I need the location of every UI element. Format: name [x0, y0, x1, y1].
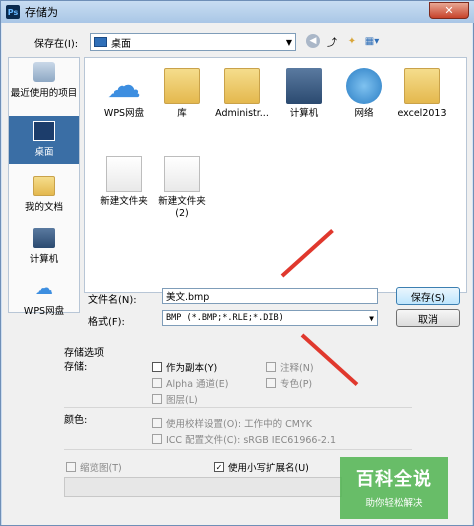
- desktop-icon: [94, 37, 107, 47]
- divider: [64, 449, 412, 450]
- file-item-label: 网络: [354, 108, 374, 119]
- chevron-down-icon: ▼: [285, 38, 292, 47]
- view-menu-icon[interactable]: ▦▾: [364, 32, 380, 50]
- sidebar-item-wps-drive[interactable]: ☁ WPS网盘: [9, 278, 79, 318]
- file-item-excel2013[interactable]: excel2013: [391, 68, 453, 120]
- layers-label: 图层(L): [166, 395, 198, 406]
- folder-icon: [164, 156, 200, 192]
- sidebar-item-computer[interactable]: 计算机: [9, 228, 79, 270]
- cloud-icon: ☁: [35, 278, 53, 299]
- dialog-title: 存储为: [25, 6, 58, 19]
- file-item-wps-drive[interactable]: ☁ WPS网盘: [93, 68, 155, 120]
- chevron-down-icon: ▼: [369, 313, 374, 323]
- alpha-channel-checkbox[interactable]: Alpha 通道(E): [152, 376, 228, 390]
- computer-icon: [33, 228, 55, 248]
- library-folder-icon: [164, 68, 200, 104]
- spot-color-checkbox[interactable]: 专色(P): [266, 376, 312, 390]
- network-globe-icon: [346, 68, 382, 104]
- save-button[interactable]: 保存(S): [396, 287, 460, 305]
- sidebar-item-documents[interactable]: 我的文档: [9, 176, 79, 218]
- photoshop-icon: Ps: [6, 5, 20, 19]
- status-strip: [64, 477, 342, 497]
- cancel-button[interactable]: 取消: [396, 309, 460, 327]
- file-item-computer[interactable]: 计算机: [273, 68, 335, 120]
- filename-input[interactable]: 美文.bmp: [162, 288, 378, 304]
- cloud-icon: ☁: [107, 66, 141, 106]
- sidebar-item-recent[interactable]: 最近使用的项目: [9, 62, 79, 112]
- proof-setup-checkbox[interactable]: 使用校样设置(O): 工作中的 CMYK: [152, 416, 312, 430]
- color-label: 颜色:: [64, 415, 88, 426]
- title-bar: Ps 存储为 ✕: [1, 1, 474, 23]
- lowercase-extension-label: 使用小写扩展名(U): [228, 463, 309, 474]
- file-item-library[interactable]: 库: [151, 68, 213, 120]
- user-folder-icon: [224, 68, 260, 104]
- sidebar-item-label: 计算机: [29, 254, 59, 265]
- documents-icon: [33, 176, 55, 196]
- up-folder-icon[interactable]: ⤴: [324, 32, 340, 50]
- thumbnail-checkbox[interactable]: 缩览图(T): [66, 460, 122, 474]
- alpha-label: Alpha 通道(E): [166, 379, 229, 390]
- watermark-title: 百科全说: [356, 469, 432, 490]
- desktop-icon: [33, 121, 55, 141]
- file-item-label: 计算机: [289, 108, 319, 119]
- folder-icon: [404, 68, 440, 104]
- file-item-new-folder[interactable]: 新建文件夹: [93, 156, 155, 208]
- file-item-network[interactable]: 网络: [333, 68, 395, 120]
- folder-icon: [106, 156, 142, 192]
- file-item-label: excel2013: [397, 108, 447, 119]
- sidebar-item-label: 桌面: [34, 147, 54, 158]
- new-folder-icon[interactable]: ✦: [344, 32, 360, 50]
- file-item-administrator[interactable]: Administr...: [211, 68, 273, 120]
- divider: [64, 407, 412, 408]
- file-item-label: 库: [177, 108, 187, 119]
- file-item-label: WPS网盘: [103, 108, 145, 119]
- sidebar-item-desktop[interactable]: 桌面: [9, 116, 79, 164]
- computer-icon: [286, 68, 322, 104]
- sidebar-item-label: 最近使用的项目: [10, 88, 78, 99]
- recent-icon: [33, 62, 55, 82]
- layers-checkbox[interactable]: 图层(L): [152, 392, 198, 406]
- as-copy-label: 作为副本(Y): [166, 363, 218, 374]
- icc-profile-checkbox[interactable]: ICC 配置文件(C): sRGB IEC61966-2.1: [152, 432, 336, 446]
- format-value: BMP (*.BMP;*.RLE;*.DIB): [166, 313, 284, 323]
- spot-label: 专色(P): [280, 379, 313, 390]
- file-item-label: 新建文件夹 (2): [158, 196, 206, 219]
- file-item-new-folder-2[interactable]: 新建文件夹 (2): [151, 156, 213, 220]
- back-icon[interactable]: ◀: [306, 34, 320, 48]
- icc-label: ICC 配置文件(C): sRGB IEC61966-2.1: [166, 435, 336, 446]
- close-button[interactable]: ✕: [429, 2, 469, 19]
- save-in-value: 桌面: [111, 38, 131, 50]
- file-list: ☁ WPS网盘 库 Administr... 计算机 网络 excel2013 …: [84, 57, 467, 293]
- sidebar-item-label: WPS网盘: [23, 306, 65, 317]
- nav-toolbar: ◀ ⤴ ✦ ▦▾: [306, 32, 380, 50]
- sidebar-item-label: 我的文档: [24, 202, 63, 213]
- file-item-label: 新建文件夹: [100, 196, 148, 207]
- watermark-subtitle: 助你轻松解决: [365, 498, 423, 509]
- as-copy-checkbox[interactable]: 作为副本(Y): [152, 360, 217, 374]
- watermark-logo: 百科全说 助你轻松解决: [340, 457, 448, 519]
- lowercase-extension-checkbox[interactable]: ✓ 使用小写扩展名(U): [214, 460, 309, 474]
- proof-label: 使用校样设置(O): 工作中的 CMYK: [166, 419, 312, 430]
- save-in-select[interactable]: 桌面 ▼: [90, 33, 296, 51]
- format-select[interactable]: BMP (*.BMP;*.RLE;*.DIB) ▼: [162, 310, 378, 326]
- thumbnail-label: 缩览图(T): [80, 463, 122, 474]
- notes-label: 注释(N): [280, 363, 314, 374]
- filename-label: 文件名(N):: [88, 295, 137, 306]
- save-options-title: 存储选项: [64, 348, 104, 359]
- places-sidebar: 最近使用的项目 桌面 我的文档 计算机 ☁ WPS网盘: [8, 57, 80, 318]
- file-item-label: Administr...: [215, 108, 269, 119]
- notes-checkbox[interactable]: 注释(N): [266, 360, 314, 374]
- save-in-label: 保存在(I):: [34, 39, 79, 50]
- format-label: 格式(F):: [88, 317, 125, 328]
- store-label: 存储:: [64, 362, 88, 373]
- save-as-dialog: Ps 存储为 ✕ 保存在(I): 桌面 ▼ ◀ ⤴ ✦ ▦▾ 最近使用的项目 桌…: [0, 0, 474, 526]
- dialog-body: 保存在(I): 桌面 ▼ ◀ ⤴ ✦ ▦▾ 最近使用的项目 桌面 我的文档 计算…: [2, 23, 472, 525]
